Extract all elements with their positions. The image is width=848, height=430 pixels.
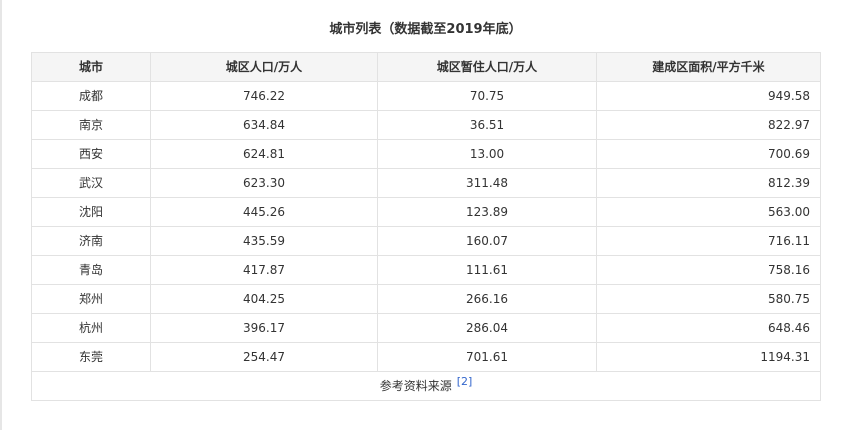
cell-built-up-area: 563.00 [596, 197, 821, 227]
cell-temporary-population: 111.61 [377, 255, 597, 285]
table-row: 杭州 396.17 286.04 648.46 [31, 313, 821, 343]
cell-city: 青岛 [31, 255, 151, 285]
cell-urban-population: 435.59 [150, 226, 378, 256]
table-footnote: 参考资料来源 [2] [31, 371, 821, 401]
cell-temporary-population: 36.51 [377, 110, 597, 140]
cell-city: 武汉 [31, 168, 151, 198]
table-row: 济南 435.59 160.07 716.11 [31, 226, 821, 256]
cell-built-up-area: 700.69 [596, 139, 821, 169]
table-row: 东莞 254.47 701.61 1194.31 [31, 342, 821, 372]
cell-city: 沈阳 [31, 197, 151, 227]
cell-built-up-area: 949.58 [596, 81, 821, 111]
table-row: 南京 634.84 36.51 822.97 [31, 110, 821, 140]
page-left-border [0, 0, 2, 430]
cell-urban-population: 396.17 [150, 313, 378, 343]
cell-urban-population: 623.30 [150, 168, 378, 198]
cell-city: 南京 [31, 110, 151, 140]
cell-temporary-population: 266.16 [377, 284, 597, 314]
table-row: 郑州 404.25 266.16 580.75 [31, 284, 821, 314]
table-row: 成都 746.22 70.75 949.58 [31, 81, 821, 111]
reference-link[interactable]: [2] [457, 375, 473, 388]
cell-urban-population: 404.25 [150, 284, 378, 314]
cell-city: 成都 [31, 81, 151, 111]
table-title: 城市列表（数据截至2019年底） [329, 22, 522, 37]
table-row: 武汉 623.30 311.48 812.39 [31, 168, 821, 198]
cell-built-up-area: 580.75 [596, 284, 821, 314]
cell-urban-population: 624.81 [150, 139, 378, 169]
cell-city: 杭州 [31, 313, 151, 343]
cell-built-up-area: 812.39 [596, 168, 821, 198]
footnote-text: 参考资料来源 [379, 379, 452, 393]
cell-urban-population: 254.47 [150, 342, 378, 372]
cell-temporary-population: 286.04 [377, 313, 597, 343]
header-urban-population: 城区人口/万人 [150, 52, 378, 82]
cell-urban-population: 634.84 [150, 110, 378, 140]
cell-city: 郑州 [31, 284, 151, 314]
cell-city: 东莞 [31, 342, 151, 372]
cell-temporary-population: 123.89 [377, 197, 597, 227]
table-footnote-row: 参考资料来源 [2] [31, 371, 821, 401]
table-row: 青岛 417.87 111.61 758.16 [31, 255, 821, 285]
table-row: 西安 624.81 13.00 700.69 [31, 139, 821, 169]
header-built-up-area: 建成区面积/平方千米 [596, 52, 821, 82]
cell-built-up-area: 716.11 [596, 226, 821, 256]
cell-temporary-population: 13.00 [377, 139, 597, 169]
cell-urban-population: 746.22 [150, 81, 378, 111]
header-city: 城市 [31, 52, 151, 82]
cell-urban-population: 417.87 [150, 255, 378, 285]
cell-built-up-area: 758.16 [596, 255, 821, 285]
cell-city: 济南 [31, 226, 151, 256]
cell-temporary-population: 311.48 [377, 168, 597, 198]
cell-urban-population: 445.26 [150, 197, 378, 227]
table-header-row: 城市 城区人口/万人 城区暂住人口/万人 建成区面积/平方千米 [31, 52, 821, 82]
cell-temporary-population: 701.61 [377, 342, 597, 372]
header-temporary-population: 城区暂住人口/万人 [377, 52, 597, 82]
cell-temporary-population: 70.75 [377, 81, 597, 111]
cell-built-up-area: 1194.31 [596, 342, 821, 372]
cell-built-up-area: 648.46 [596, 313, 821, 343]
cell-built-up-area: 822.97 [596, 110, 821, 140]
cell-city: 西安 [31, 139, 151, 169]
cell-temporary-population: 160.07 [377, 226, 597, 256]
table-row: 沈阳 445.26 123.89 563.00 [31, 197, 821, 227]
city-table: 城市 城区人口/万人 城区暂住人口/万人 建成区面积/平方千米 成都 746.2… [31, 52, 821, 401]
